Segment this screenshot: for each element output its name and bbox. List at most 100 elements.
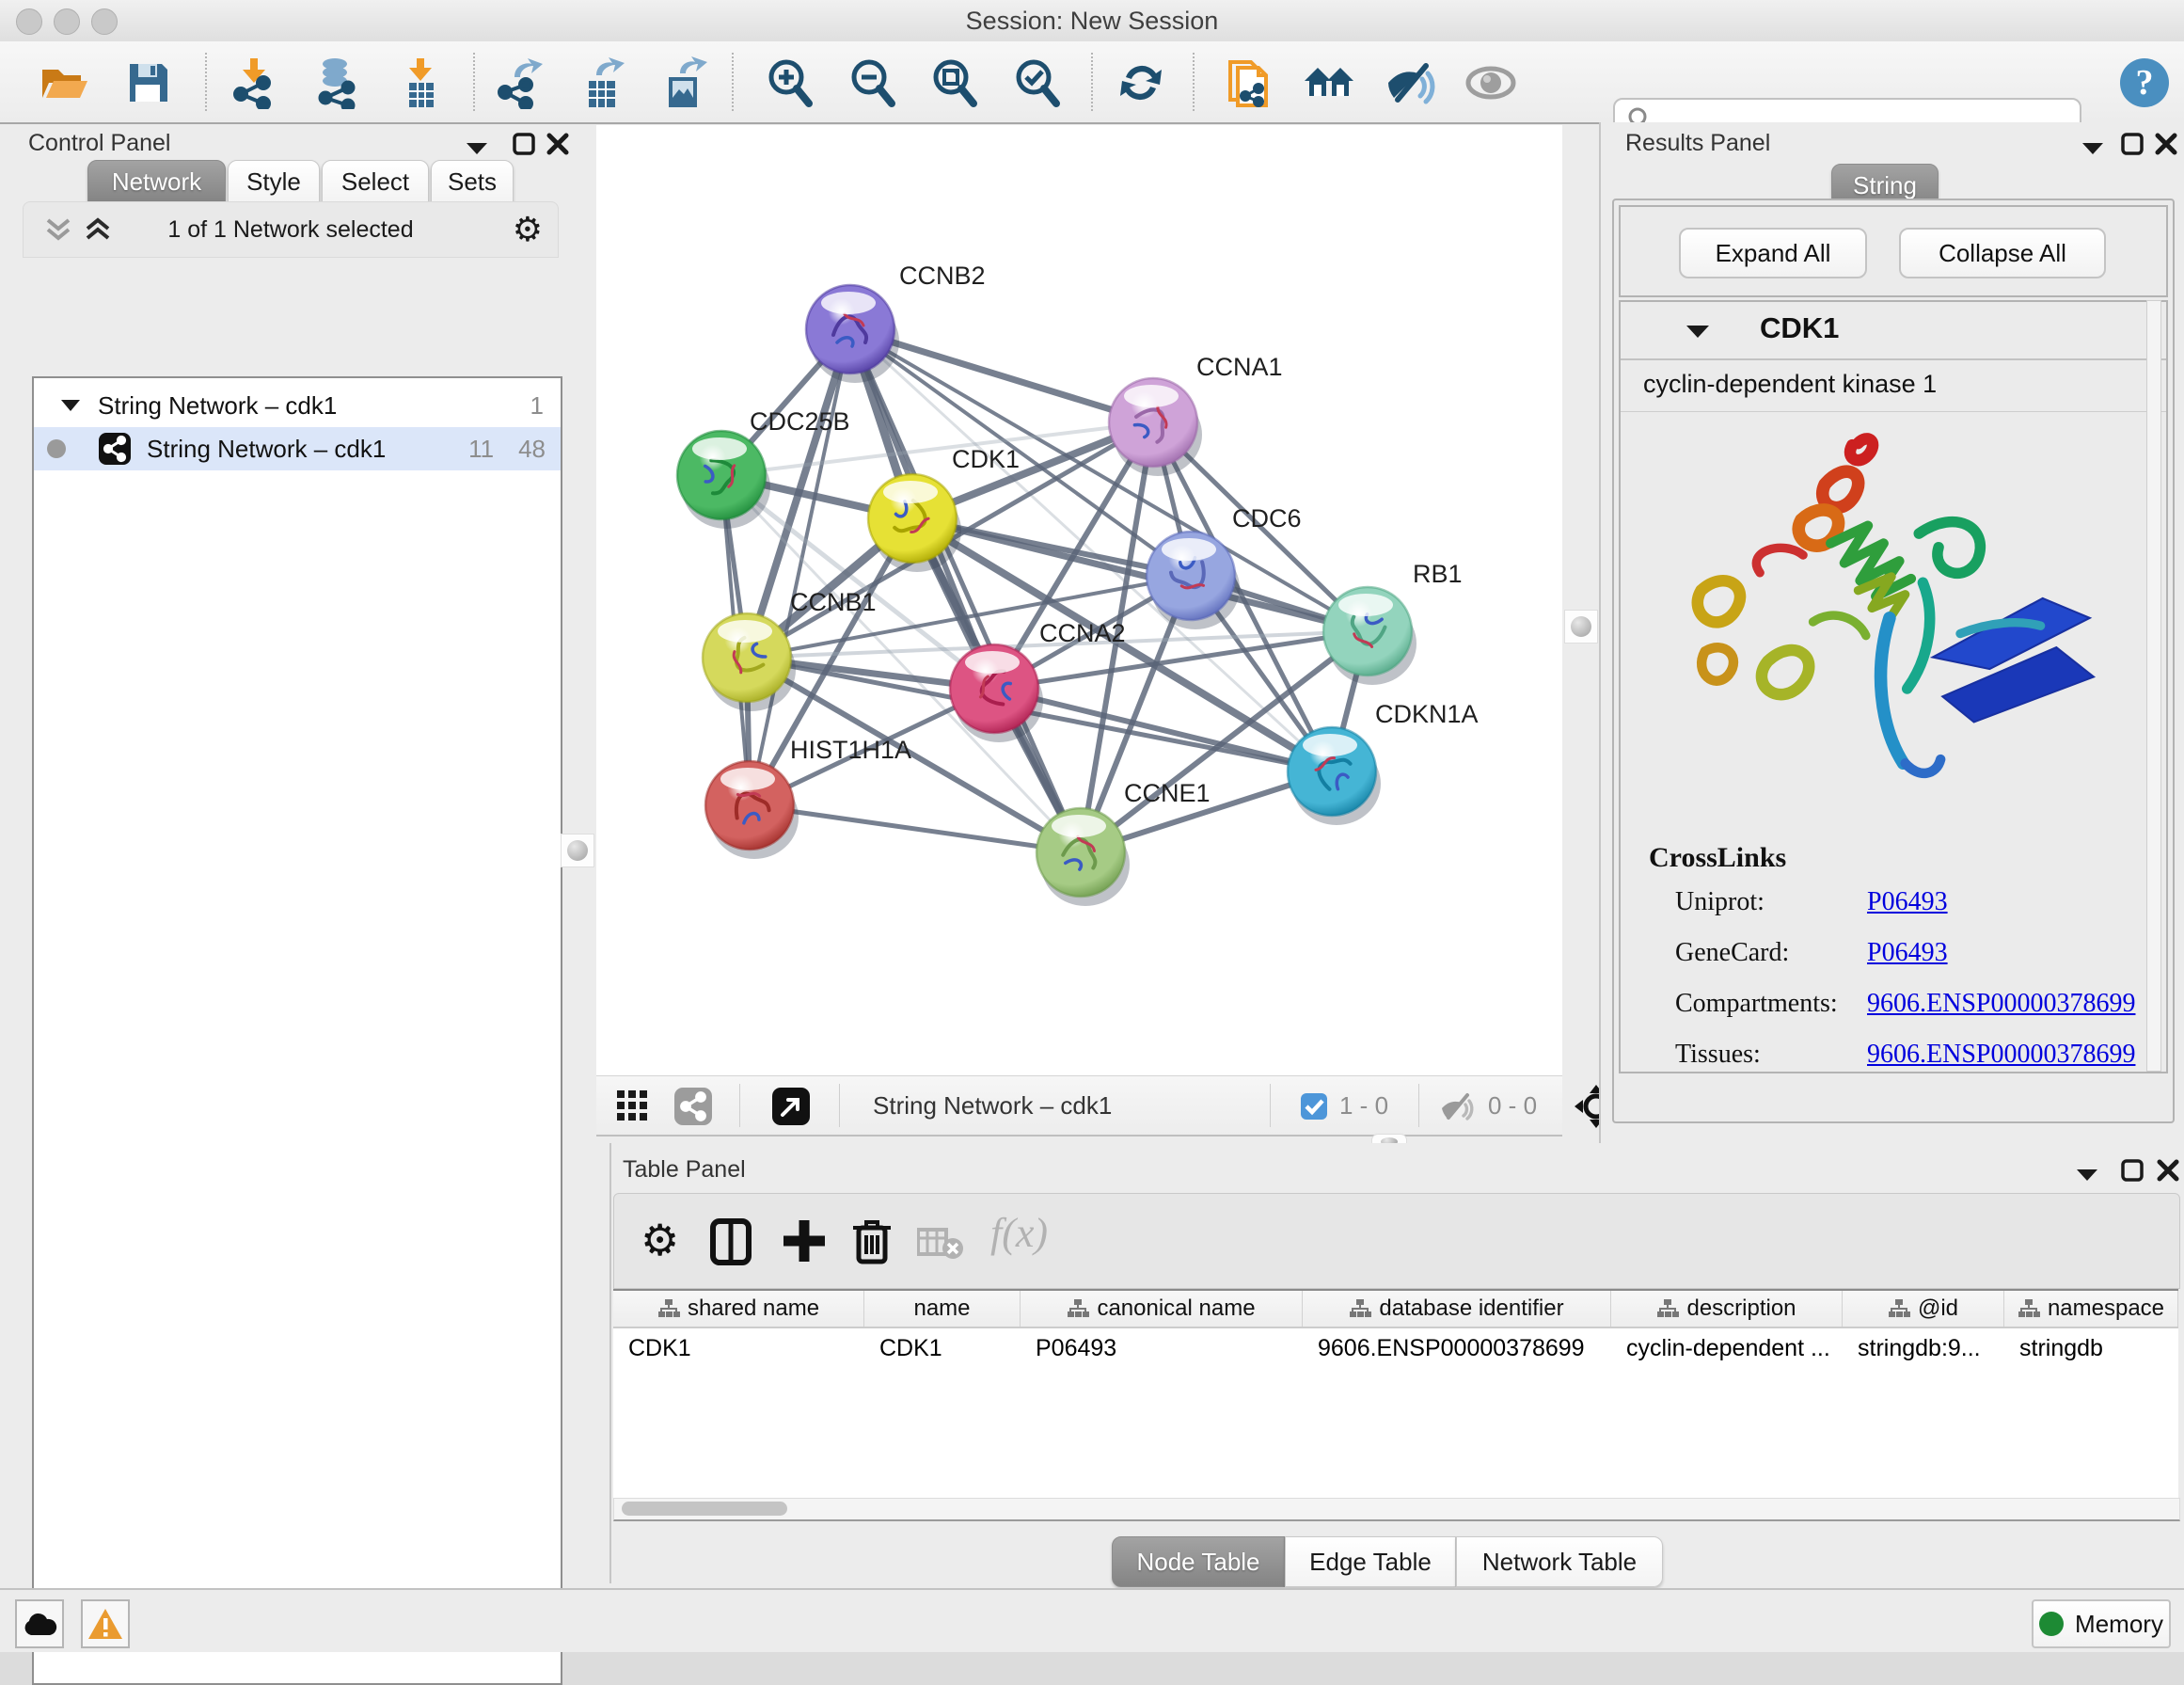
tab-network[interactable]: Network — [87, 160, 226, 203]
table-header-row: shared namenamecanonical namedatabase id… — [613, 1291, 2178, 1328]
cloud-status-button[interactable] — [15, 1599, 64, 1648]
column-header-sharedname[interactable]: shared name — [613, 1291, 864, 1327]
table-cell[interactable]: stringdb:9... — [1843, 1328, 2004, 1368]
zoom-in-button[interactable] — [760, 55, 820, 111]
network-file-share-button[interactable] — [1221, 55, 1281, 111]
open-session-button[interactable] — [34, 55, 94, 111]
table-cell[interactable]: P06493 — [1021, 1328, 1303, 1368]
table-panel-close-icon[interactable] — [2156, 1158, 2180, 1183]
table-cell[interactable]: cyclin-dependent ... — [1611, 1328, 1843, 1368]
expand-all-button[interactable]: Expand All — [1679, 228, 1867, 278]
home-network-button[interactable] — [1299, 55, 1359, 111]
results-panel-close-icon[interactable] — [2154, 132, 2178, 156]
refresh-button[interactable] — [1111, 55, 1171, 111]
network-list: String Network – cdk1 1 String Network –… — [32, 376, 562, 1685]
results-panel-menu-icon[interactable] — [2081, 139, 2107, 156]
node-label: CDK1 — [952, 445, 1020, 473]
gene-expander-icon[interactable] — [1685, 323, 1711, 340]
control-panel-menu-icon[interactable] — [465, 139, 491, 156]
table-panel-menu-icon[interactable] — [2075, 1166, 2101, 1183]
zoom-out-button[interactable] — [843, 55, 903, 111]
memory-button[interactable]: Memory — [2032, 1599, 2171, 1648]
table-cell[interactable]: stringdb — [2004, 1328, 2178, 1368]
tab-sets[interactable]: Sets — [431, 160, 514, 203]
add-column-plus-icon[interactable] — [782, 1218, 827, 1264]
help-icon: ? — [2117, 56, 2172, 110]
table-panel-float-icon[interactable] — [2120, 1158, 2144, 1183]
crosslink-uniprot-link[interactable]: P06493 — [1867, 887, 1948, 917]
network-node-ccne1[interactable]: CCNE1 — [1037, 779, 1211, 906]
network-node-rb1[interactable]: RB1 — [1323, 560, 1463, 685]
export-image-button[interactable] — [654, 55, 714, 111]
collection-expander-icon[interactable] — [60, 398, 81, 413]
node-table[interactable]: shared namenamecanonical namedatabase id… — [613, 1289, 2178, 1498]
import-table-from-file-button[interactable] — [390, 55, 451, 111]
export-network-button[interactable] — [490, 55, 550, 111]
network-options-gear-icon[interactable]: ⚙ — [513, 211, 543, 249]
selected-counts: 1 - 0 — [1339, 1076, 1388, 1135]
tab-style[interactable]: Style — [228, 160, 320, 203]
table-cell[interactable]: CDK1 — [613, 1328, 864, 1368]
share-view-icon[interactable] — [673, 1087, 713, 1126]
gene-header-row[interactable]: CDK1 — [1621, 302, 2166, 360]
network-graph[interactable]: CCNB2CCNA1CDC25BCDK1CDC6RB1CCNB1CCNA2CDK… — [596, 125, 1562, 1075]
column-header-canonicalname[interactable]: canonical name — [1021, 1291, 1303, 1327]
table-cell[interactable]: CDK1 — [864, 1328, 1021, 1368]
delete-trash-icon[interactable] — [851, 1216, 893, 1265]
tab-edge-table[interactable]: Edge Table — [1285, 1536, 1456, 1587]
gene-description-row: cyclin-dependent kinase 1 — [1621, 360, 2166, 412]
network-collection-row[interactable]: String Network – cdk1 1 — [34, 384, 561, 427]
zoom-in-icon — [764, 56, 816, 109]
import-network-from-database-button[interactable] — [307, 55, 367, 111]
results-panel-float-icon[interactable] — [2120, 132, 2144, 156]
node-label: HIST1H1A — [790, 736, 911, 764]
tab-network-table[interactable]: Network Table — [1456, 1536, 1663, 1587]
control-panel-close-icon[interactable] — [546, 132, 570, 156]
hidden-counts: 0 - 0 — [1488, 1076, 1537, 1135]
table-row[interactable]: CDK1CDK1P064939606.ENSP00000378699cyclin… — [613, 1328, 2178, 1368]
right-splitter-handle[interactable] — [1564, 610, 1598, 644]
tab-select[interactable]: Select — [322, 160, 429, 203]
import-network-from-file-button[interactable] — [224, 55, 284, 111]
crosslink-tissues-link[interactable]: 9606.ENSP00000378699 — [1867, 1040, 2135, 1070]
open-in-window-icon[interactable] — [771, 1087, 811, 1126]
warning-status-button[interactable] — [81, 1599, 130, 1648]
column-header-name[interactable]: name — [864, 1291, 1021, 1327]
network-node-ccnb1[interactable]: CCNB1 — [703, 588, 877, 711]
table-settings-gear-icon[interactable]: ⚙ — [641, 1215, 679, 1265]
network-node-cdkn1a[interactable]: CDKN1A — [1288, 700, 1479, 825]
table-scrollbar-thumb[interactable] — [622, 1502, 787, 1516]
tab-node-table[interactable]: Node Table — [1112, 1536, 1285, 1587]
zoom-selected-button[interactable] — [1007, 55, 1068, 111]
zoom-fit-button[interactable] — [925, 55, 985, 111]
show-columns-icon[interactable] — [710, 1218, 752, 1265]
export-table-button[interactable] — [572, 55, 632, 111]
crosslink-label: Compartments: — [1675, 989, 1838, 1019]
save-session-button[interactable] — [119, 55, 179, 111]
network-node-ccna1[interactable]: CCNA1 — [1109, 353, 1283, 476]
crosslink-genecard-link[interactable]: P06493 — [1867, 938, 1948, 968]
hide-unhide-button[interactable] — [1381, 55, 1441, 111]
table-horizontal-scrollbar[interactable] — [613, 1498, 2180, 1521]
crosslink-compartments-link[interactable]: 9606.ENSP00000378699 — [1867, 989, 2135, 1019]
results-vertical-scrollbar[interactable] — [2146, 300, 2161, 1072]
network-row-selected[interactable]: String Network – cdk1 11 48 — [34, 427, 561, 470]
help-button[interactable]: ? — [2114, 55, 2175, 111]
control-panel-float-icon[interactable] — [512, 132, 536, 156]
column-header-namespace[interactable]: namespace — [2004, 1291, 2178, 1327]
left-splitter-handle[interactable] — [561, 834, 594, 867]
export-table-icon — [576, 56, 628, 109]
network-canvas[interactable]: CCNB2CCNA1CDC25BCDK1CDC6RB1CCNB1CCNA2CDK… — [596, 125, 1562, 1075]
collapse-all-button[interactable]: Collapse All — [1899, 228, 2106, 278]
column-header-id[interactable]: @id — [1843, 1291, 2004, 1327]
grid-view-icon[interactable] — [617, 1090, 649, 1122]
column-header-databaseidentifier[interactable]: database identifier — [1303, 1291, 1611, 1327]
network-edge-count: 48 — [518, 435, 546, 464]
network-node-hist1h1a[interactable]: HIST1H1A — [705, 736, 911, 859]
expand-collapse-bar: Expand All Collapse All — [1619, 205, 2168, 297]
selected-checkbox-icon[interactable] — [1300, 1092, 1328, 1121]
column-header-description[interactable]: description — [1611, 1291, 1843, 1327]
hidden-eye-icon[interactable] — [1439, 1091, 1477, 1121]
show-graphics-button[interactable] — [1461, 55, 1521, 111]
table-cell[interactable]: 9606.ENSP00000378699 — [1303, 1328, 1611, 1368]
